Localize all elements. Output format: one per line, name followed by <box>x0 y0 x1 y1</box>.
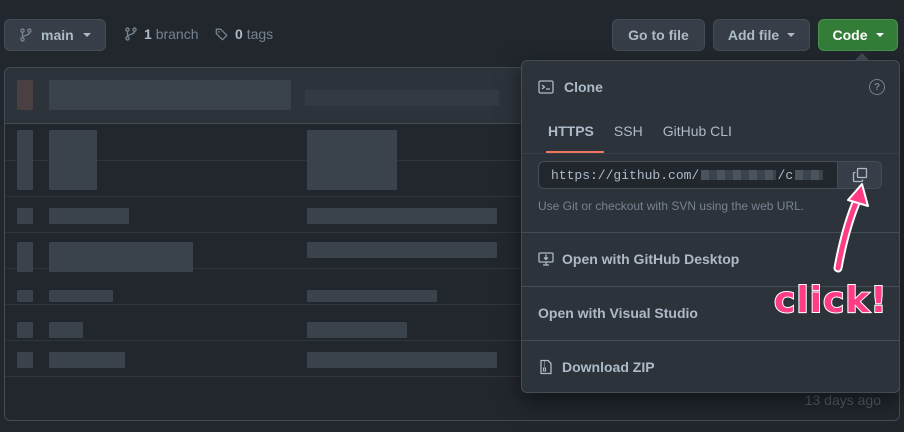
clone-header: Clone <box>538 79 603 95</box>
tag-label: tags <box>246 26 274 42</box>
add-file-button[interactable]: Add file <box>713 19 810 51</box>
redacted-repo-name <box>795 170 823 180</box>
tag-count: 0 <box>235 26 243 42</box>
clone-hint: Use Git or checkout with SVN using the w… <box>538 199 805 213</box>
open-visual-studio-label: Open with Visual Studio <box>538 305 698 321</box>
branch-select-button[interactable]: main <box>4 19 106 51</box>
redacted-file-icon <box>17 290 33 302</box>
clone-url-input[interactable]: https://github.com/ /c <box>538 161 838 189</box>
last-updated-time: 13 days ago <box>804 392 881 408</box>
chevron-down-icon <box>787 33 796 37</box>
redacted-commit-message <box>305 90 499 106</box>
open-github-desktop[interactable]: Open with GitHub Desktop <box>538 251 739 267</box>
redacted-file-name <box>49 352 125 368</box>
code-label: Code <box>832 27 868 43</box>
git-branch-icon <box>125 27 137 41</box>
open-visual-studio[interactable]: Open with Visual Studio <box>538 305 698 321</box>
avatar <box>17 80 33 110</box>
download-zip-label: Download ZIP <box>562 359 655 375</box>
redacted-file-name <box>49 242 193 272</box>
go-to-file-label: Go to file <box>628 27 689 43</box>
redacted-file-name <box>49 322 83 338</box>
branch-count: 1 <box>144 26 152 42</box>
redacted-commit-message <box>307 130 397 190</box>
chevron-down-icon <box>83 33 91 37</box>
tab-github-cli[interactable]: GitHub CLI <box>653 113 742 153</box>
redacted-commit-message <box>307 242 497 258</box>
desktop-download-icon <box>538 252 554 266</box>
tag-icon <box>215 28 228 41</box>
redacted-file-icon <box>17 242 33 272</box>
redacted-commit-message <box>307 290 437 302</box>
branches-link[interactable]: 1 branch <box>124 26 199 42</box>
clone-url-prefix: https://github.com/ <box>551 167 700 183</box>
tags-link[interactable]: 0 tags <box>215 26 273 42</box>
go-to-file-button[interactable]: Go to file <box>612 19 705 51</box>
add-file-label: Add file <box>727 27 780 43</box>
redacted-commit-message <box>307 208 497 224</box>
terminal-icon <box>538 80 554 94</box>
git-branch-icon <box>20 28 32 42</box>
redacted-file-icon <box>17 352 33 368</box>
redacted-file-name <box>49 290 113 302</box>
redacted-file-icon <box>17 130 33 190</box>
open-github-desktop-label: Open with GitHub Desktop <box>562 251 740 267</box>
chevron-down-icon <box>875 33 884 37</box>
redacted-username <box>701 170 776 180</box>
tab-https[interactable]: HTTPS <box>538 113 604 153</box>
redacted-file-name <box>49 208 129 224</box>
clone-title: Clone <box>564 79 603 95</box>
tab-ssh[interactable]: SSH <box>604 113 653 153</box>
help-icon[interactable]: ? <box>869 79 885 95</box>
file-zip-icon <box>540 359 552 375</box>
redacted-commit-message <box>307 352 497 368</box>
redacted-file-icon <box>17 322 33 338</box>
redacted-commit-message <box>49 80 291 110</box>
clone-url-suffix: /c <box>777 167 794 183</box>
download-zip[interactable]: Download ZIP <box>538 359 655 375</box>
clone-tabs: HTTPS SSH GitHub CLI <box>522 113 899 153</box>
redacted-file-icon <box>17 208 33 224</box>
redacted-commit-message <box>307 322 407 338</box>
branch-label: branch <box>155 26 199 42</box>
code-button[interactable]: Code <box>818 19 898 51</box>
branch-name: main <box>41 27 74 43</box>
click-annotation: click! <box>773 279 888 322</box>
redacted-file-name <box>49 130 97 190</box>
annotation-arrow-icon <box>833 183 869 273</box>
